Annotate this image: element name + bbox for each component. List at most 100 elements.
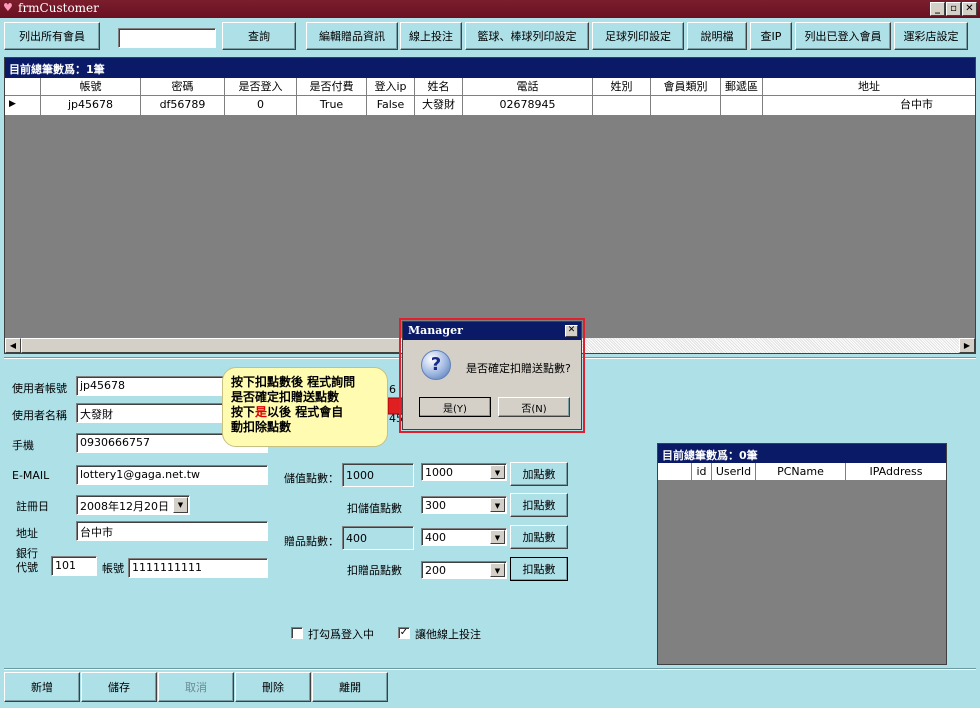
dialog-close-icon[interactable]: ✕ xyxy=(565,325,578,337)
grid2-caption: 目前總筆數爲：0筆 xyxy=(658,444,946,463)
cell-login-ip[interactable]: False xyxy=(367,96,415,115)
cell-name[interactable]: 大發財 xyxy=(415,96,463,115)
callout-line-4: 動扣除點數 xyxy=(231,420,292,434)
register-date-value: 2008年12月20日 xyxy=(80,500,169,513)
col-password[interactable]: 密碼 xyxy=(141,78,225,95)
col-name[interactable]: 姓名 xyxy=(415,78,463,95)
table-row[interactable]: ▶ jp45678 df56789 0 True False 大發財 02678… xyxy=(5,96,975,116)
add-gift-points-button[interactable]: 加點數 xyxy=(510,525,568,549)
deduct-stored-points-button[interactable]: 扣點數 xyxy=(510,493,568,517)
dialog-yes-button[interactable]: 是(Y) xyxy=(419,397,491,417)
window-title: frmCustomer xyxy=(18,1,99,15)
cell-account[interactable]: jp45678 xyxy=(41,96,141,115)
lottery-shop-settings-button[interactable]: 運彩店設定 xyxy=(894,22,968,50)
delete-button[interactable]: 刪除 xyxy=(235,672,311,702)
scroll-left-icon[interactable]: ◀ xyxy=(5,338,21,353)
chevron-down-icon[interactable]: ▼ xyxy=(490,498,505,512)
stored-points-combo[interactable]: 1000 ▼ xyxy=(421,463,507,481)
deduct-gift-points-button[interactable]: 扣點數 xyxy=(510,557,568,581)
leave-button[interactable]: 離開 xyxy=(312,672,388,702)
deduct-stored-points-label: 扣儲值點數 xyxy=(347,502,402,515)
col-userid[interactable]: UserId xyxy=(712,463,756,480)
cell-phone[interactable]: 02678945 xyxy=(463,96,593,115)
allow-online-bet-checkbox[interactable]: ✓ xyxy=(398,627,410,639)
col-address[interactable]: 地址 xyxy=(763,78,975,95)
deduct-stored-combo-value: 300 xyxy=(425,499,446,512)
grid2-corner xyxy=(658,463,692,480)
chevron-down-icon[interactable]: ▼ xyxy=(490,465,505,479)
stored-points-label: 儲值點數： xyxy=(284,472,339,485)
deduct-gift-combo[interactable]: 200 ▼ xyxy=(421,561,507,579)
manual-button[interactable]: 說明檔 xyxy=(687,22,747,50)
email-label: E-MAIL xyxy=(12,469,50,482)
query-button[interactable]: 查詢 xyxy=(222,22,296,50)
close-button[interactable]: ✕ xyxy=(962,2,977,16)
minimize-button[interactable]: _ xyxy=(930,2,945,16)
bank-account-label: 帳號 xyxy=(102,562,124,575)
bank-account-field[interactable]: 1111111111 xyxy=(128,558,268,578)
basketball-print-settings-button[interactable]: 籃球、棒球列印設定 xyxy=(465,22,589,50)
app-heart-icon: ♥ xyxy=(3,1,13,14)
chevron-down-icon[interactable]: ▼ xyxy=(490,530,505,544)
col-ipaddress[interactable]: IPAddress xyxy=(846,463,946,480)
cell-member-type[interactable] xyxy=(651,96,721,115)
col-account[interactable]: 帳號 xyxy=(41,78,141,95)
search-input[interactable] xyxy=(118,28,216,48)
bank-code-field[interactable]: 101 xyxy=(51,556,97,576)
col-phone[interactable]: 電話 xyxy=(463,78,593,95)
mobile-label: 手機 xyxy=(12,439,34,452)
annotation-callout: 按下扣點數後 程式詢問 是否確定扣贈送點數 按下是以後 程式會自 動扣除點數 xyxy=(222,367,388,447)
col-gender[interactable]: 姓別 xyxy=(593,78,651,95)
col-member-type[interactable]: 會員類別 xyxy=(651,78,721,95)
gift-points-combo-value: 400 xyxy=(425,531,446,544)
col-paid[interactable]: 是否付費 xyxy=(297,78,367,95)
col-zip[interactable]: 郵遞區 xyxy=(721,78,763,95)
soccer-print-settings-button[interactable]: 足球列印設定 xyxy=(592,22,684,50)
save-button[interactable]: 儲存 xyxy=(81,672,157,702)
cell-password[interactable]: df56789 xyxy=(141,96,225,115)
members-grid[interactable]: 目前總筆數爲：1筆 帳號 密碼 是否登入 是否付費 登入ip 姓名 電話 姓別 … xyxy=(4,57,976,354)
scroll-thumb[interactable] xyxy=(21,338,401,353)
confirm-dialog[interactable]: Manager ✕ ? 是否確定扣贈送點數? 是(Y) 否(N) xyxy=(402,321,582,430)
name-label: 使用者名稱 xyxy=(12,409,67,422)
cancel-button[interactable]: 取消 xyxy=(158,672,234,702)
check-ip-button[interactable]: 查IP xyxy=(750,22,792,50)
new-button[interactable]: 新增 xyxy=(4,672,80,702)
add-stored-points-button[interactable]: 加點數 xyxy=(510,462,568,486)
col-id[interactable]: id xyxy=(692,463,712,480)
email-field[interactable]: lottery1@gaga.net.tw xyxy=(76,465,268,485)
register-date-label: 註冊日 xyxy=(16,500,49,513)
cell-address[interactable]: 台中市 xyxy=(763,96,975,115)
register-date-picker[interactable]: 2008年12月20日 ▼ xyxy=(76,495,190,515)
callout-line-3a: 按下 xyxy=(231,405,256,419)
dialog-no-button[interactable]: 否(N) xyxy=(498,397,570,417)
deduct-stored-combo[interactable]: 300 ▼ xyxy=(421,496,507,514)
address-field[interactable]: 台中市 xyxy=(76,521,268,541)
maximize-button[interactable]: ▫ xyxy=(946,2,961,16)
cell-zip[interactable] xyxy=(721,96,763,115)
gift-points-combo[interactable]: 400 ▼ xyxy=(421,528,507,546)
list-all-members-button[interactable]: 列出所有會員 xyxy=(4,22,100,50)
logged-sessions-grid[interactable]: 目前總筆數爲：0筆 id UserId PCName IPAddress xyxy=(657,443,947,665)
grid-header: 帳號 密碼 是否登入 是否付費 登入ip 姓名 電話 姓別 會員類別 郵遞區 地… xyxy=(5,78,975,96)
chevron-down-icon[interactable]: ▼ xyxy=(490,563,505,577)
list-logged-members-button[interactable]: 列出已登入會員 xyxy=(795,22,891,50)
col-login-ip[interactable]: 登入ip xyxy=(367,78,415,95)
logged-in-checkbox[interactable] xyxy=(291,627,303,639)
allow-online-bet-label: 讓他線上投注 xyxy=(415,628,481,641)
cell-paid[interactable]: True xyxy=(297,96,367,115)
grid-caption: 目前總筆數爲：1筆 xyxy=(5,58,975,78)
cell-logged-in[interactable]: 0 xyxy=(225,96,297,115)
scroll-right-icon[interactable]: ▶ xyxy=(959,338,975,353)
col-logged-in[interactable]: 是否登入 xyxy=(225,78,297,95)
online-bet-button[interactable]: 線上投注 xyxy=(400,22,462,50)
dialog-message: 是否確定扣贈送點數? xyxy=(466,362,571,375)
cell-gender[interactable] xyxy=(593,96,651,115)
stored-points-combo-value: 1000 xyxy=(425,466,453,479)
gift-points-field: 400 xyxy=(342,526,414,550)
edit-gift-info-button[interactable]: 編輯贈品資訊 xyxy=(306,22,398,50)
account-label: 使用者帳號 xyxy=(12,382,67,395)
chevron-down-icon[interactable]: ▼ xyxy=(173,497,188,513)
address-label: 地址 xyxy=(16,527,38,540)
col-pcname[interactable]: PCName xyxy=(756,463,846,480)
